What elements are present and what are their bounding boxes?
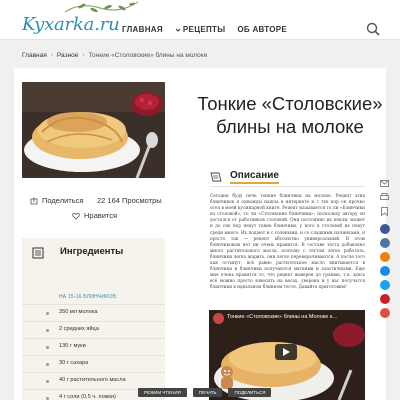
twitter-icon[interactable] — [376, 278, 393, 292]
breadcrumb: Главная › Разное › Тонкие «Столовские» б… — [22, 52, 207, 59]
breadcrumb-home[interactable]: Главная — [22, 52, 47, 59]
description-text: Сегодня буду печь тонкие блинчики на мол… — [210, 194, 365, 291]
views-count: 22 164 Просмотры — [97, 196, 162, 205]
like-action[interactable]: Нравится — [72, 211, 117, 220]
nav-recipes[interactable]: РЕЦЕПТЫ — [175, 25, 225, 34]
ingredient-item: 40 г растительного масла — [22, 372, 165, 389]
breadcrumb-current: Тонкие «Столовские» блины на молоке — [88, 52, 208, 59]
description-header: Описание — [210, 170, 279, 184]
share-button[interactable]: ПОДЕЛИТЬСЯ — [228, 388, 272, 397]
video-title: Тонкие «Столовские» блины на Молоке к... — [227, 314, 337, 320]
nav-home[interactable]: ГЛАВНАЯ — [122, 25, 163, 34]
document-icon — [210, 172, 222, 182]
site-header: Kyxarka.ru ГЛАВНАЯ РЕЦЕПТЫ ОБ АВТОРЕ — [0, 0, 400, 40]
ingredient-item: 2 средних яйца — [22, 321, 165, 338]
recipe-photo[interactable] — [22, 82, 165, 178]
print-icon[interactable] — [376, 190, 393, 204]
like-label: Нравится — [84, 211, 118, 220]
views-label: 22 164 Просмотры — [97, 196, 162, 205]
pinterest-icon[interactable] — [376, 292, 393, 306]
ingredients-panel: Ингредиенты НА 15-16 БЛИНЧИКОВ: 350 мл м… — [22, 238, 165, 400]
bookmark-icon[interactable] — [376, 204, 393, 218]
mail-icon[interactable] — [376, 176, 393, 190]
chevron-down-icon — [175, 28, 181, 32]
reading-mode-button[interactable]: РЕЖИМ ЧТЕНИЯ — [138, 388, 187, 397]
bottom-toolbar: РЕЖИМ ЧТЕНИЯ ПЕЧАТЬ ПОДЕЛИТЬСЯ — [138, 388, 272, 397]
ingredients-serving: НА 15-16 БЛИНЧИКОВ: — [59, 294, 118, 300]
divider — [210, 186, 365, 187]
breadcrumb-separator: › — [82, 52, 85, 59]
moimir-icon[interactable] — [376, 264, 393, 278]
gplus-icon[interactable] — [376, 306, 393, 320]
description-title: Описание — [230, 170, 279, 184]
ok-icon[interactable] — [376, 250, 393, 264]
breadcrumb-category[interactable]: Разное — [57, 52, 78, 59]
recipe-title: Тонкие «Столовские» блины на молоке — [197, 93, 383, 137]
channel-avatar — [213, 313, 224, 324]
vk-icon[interactable] — [376, 236, 393, 250]
play-button[interactable] — [275, 344, 297, 360]
print-button[interactable]: ПЕЧАТЬ — [192, 388, 223, 397]
breadcrumb-separator: › — [50, 52, 53, 59]
ingredient-item: 30 г сахара — [22, 355, 165, 372]
ingredients-title: Ингредиенты — [60, 246, 124, 257]
main-nav: ГЛАВНАЯ РЕЦЕПТЫ ОБ АВТОРЕ — [122, 25, 287, 34]
ingredient-item: 130 г муки — [22, 338, 165, 355]
heart-icon — [72, 212, 80, 220]
ingredient-item: 350 мл молока — [22, 304, 165, 321]
facebook-icon[interactable] — [376, 222, 393, 236]
search-icon[interactable] — [366, 22, 380, 36]
site-logo[interactable]: Kyxarka.ru — [22, 14, 120, 35]
share-action[interactable]: Поделиться — [30, 196, 83, 205]
share-icon — [30, 197, 38, 204]
nav-about[interactable]: ОБ АВТОРЕ — [237, 25, 287, 34]
share-label: Поделиться — [42, 196, 84, 205]
list-icon — [32, 247, 44, 259]
